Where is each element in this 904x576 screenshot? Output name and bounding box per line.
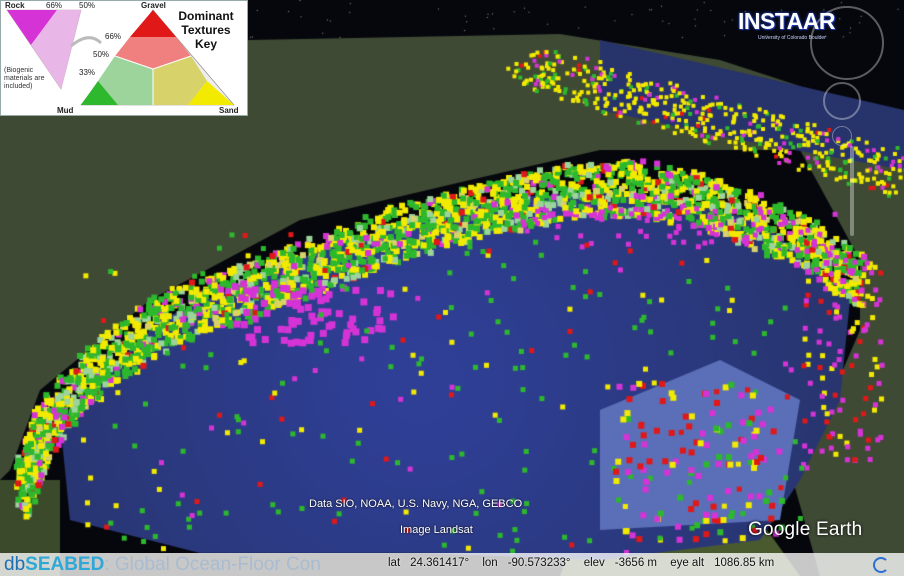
lon-label: lon — [482, 557, 498, 569]
dbseabed-title: dbSEABED: Global Ocean-Floor Con — [4, 554, 321, 575]
streaming-icon — [873, 557, 889, 573]
move-control[interactable] — [823, 82, 861, 120]
look-control[interactable] — [810, 6, 884, 80]
eye-alt-value: 1086.85 km — [714, 557, 775, 569]
legend-title: Dominant Textures Key — [178, 9, 234, 51]
rock-label: Rock — [5, 1, 25, 10]
lat-label: lat — [388, 557, 401, 569]
pct-33: 33% — [79, 68, 96, 77]
connector-arc — [70, 36, 103, 48]
biogenic-note: (Biogenic materials are included) — [4, 67, 45, 90]
elev-value: -3656 m — [614, 557, 657, 569]
zoom-slider[interactable] — [850, 146, 854, 236]
mud-label: Mud — [57, 106, 74, 115]
eye-alt-label: eye alt — [670, 557, 705, 569]
gravel-zone — [130, 10, 176, 37]
gravel-label: Gravel — [141, 1, 166, 10]
google-earth-logo: Google Earth — [748, 519, 863, 540]
pct-66-mid: 66% — [105, 32, 122, 41]
status-bar: lat 24.361417° lon -90.573233° elev -3656 m… — [388, 557, 784, 569]
pct-50-mid: 50% — [93, 50, 110, 59]
zoom-in-control[interactable] — [832, 126, 852, 146]
image-attribution: Image Landsat — [400, 524, 473, 536]
pct-66-top: 66% — [46, 1, 63, 10]
texture-key-legend: Rock 66% 50% Gravel 66% 50% 33% (Biogeni… — [0, 0, 248, 116]
elev-label: elev — [583, 557, 605, 569]
lon-value: -90.573233° — [507, 557, 571, 569]
sand-label: Sand — [219, 106, 239, 115]
pct-50-top: 50% — [79, 1, 96, 10]
data-attribution: Data SIO, NOAA, U.S. Navy, NGA, GEBCO — [309, 498, 523, 510]
lat-value: 24.361417° — [410, 557, 470, 569]
